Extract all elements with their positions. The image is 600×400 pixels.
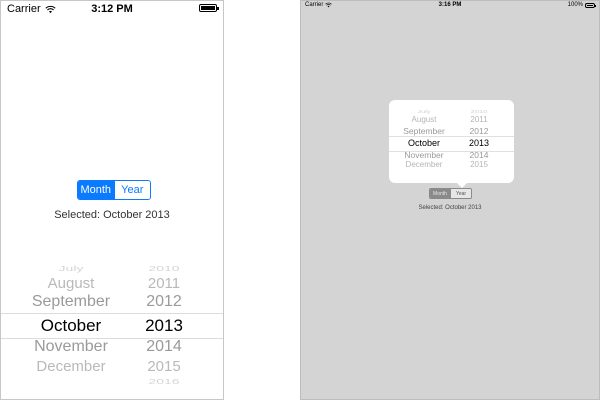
month-column[interactable]: July August September October November Decemb…: [389, 103, 459, 173]
selected-date-label: Selected: October 2013: [54, 209, 170, 221]
picker-option[interactable]: August: [1, 275, 141, 292]
iphone-screen: Carrier 3:12 PM Month Year Selected: Oct…: [0, 0, 224, 400]
picker-option[interactable]: 2015: [139, 358, 189, 375]
popover-arrow: [456, 182, 468, 188]
picker-option[interactable]: 2010: [457, 109, 501, 114]
segment-month[interactable]: Month: [430, 189, 450, 198]
status-bar: Carrier 3:16 PM 100%: [301, 1, 599, 11]
picker-option[interactable]: July: [389, 109, 459, 114]
segment-month[interactable]: Month: [78, 181, 114, 199]
picker-option[interactable]: September: [1, 293, 141, 311]
status-time: 3:16 PM: [438, 2, 462, 8]
picker-option[interactable]: 2014: [139, 338, 189, 356]
year-column[interactable]: 2010 2011 2012 2013 2014 2015 2016: [139, 259, 189, 387]
month-year-segmented-control: Month Year: [429, 188, 472, 199]
month-year-segmented-control: Month Year: [77, 180, 151, 200]
battery-icon: [585, 2, 596, 8]
picker-selected-value[interactable]: October: [389, 138, 459, 148]
picker-option[interactable]: July: [1, 264, 141, 273]
picker-option[interactable]: 2014: [457, 150, 501, 160]
picker-option[interactable]: 2015: [457, 160, 501, 169]
battery-percent: 100%: [567, 2, 583, 8]
picker-option[interactable]: November: [389, 150, 459, 160]
picker-selected-value[interactable]: 2013: [457, 138, 501, 148]
picker-option[interactable]: November: [1, 338, 141, 356]
year-column[interactable]: 2010 2011 2012 2013 2014 2015: [457, 103, 501, 173]
picker-option[interactable]: 2011: [457, 115, 501, 124]
selected-date-label: Selected: October 2013: [418, 205, 482, 211]
picker-option[interactable]: December: [389, 160, 459, 169]
segment-year[interactable]: Year: [450, 189, 471, 198]
ipad-screen: Carrier 3:16 PM 100% July August September…: [300, 0, 600, 400]
segment-year[interactable]: Year: [113, 181, 150, 199]
picker-option[interactable]: 2010: [139, 264, 189, 273]
picker-option[interactable]: December: [1, 358, 141, 375]
status-bar: Carrier 3:12 PM: [1, 1, 223, 17]
date-picker[interactable]: July August September October November Decemb…: [389, 103, 514, 173]
picker-option[interactable]: September: [389, 126, 459, 136]
battery-icon: [199, 4, 219, 12]
picker-option[interactable]: 2012: [457, 126, 501, 136]
status-time: 3:12 PM: [91, 3, 133, 15]
picker-option[interactable]: 2016: [139, 377, 189, 386]
date-picker[interactable]: July August September October November Decemb…: [1, 259, 223, 387]
picker-option[interactable]: August: [389, 115, 459, 124]
picker-option[interactable]: 2011: [139, 275, 189, 292]
picker-selected-value[interactable]: October: [1, 316, 141, 336]
picker-selected-value[interactable]: 2013: [139, 316, 189, 336]
month-column[interactable]: July August September October November Decemb…: [1, 259, 141, 387]
date-picker-popover: July August September October November Decemb…: [389, 100, 514, 183]
picker-option[interactable]: 2012: [139, 293, 189, 311]
